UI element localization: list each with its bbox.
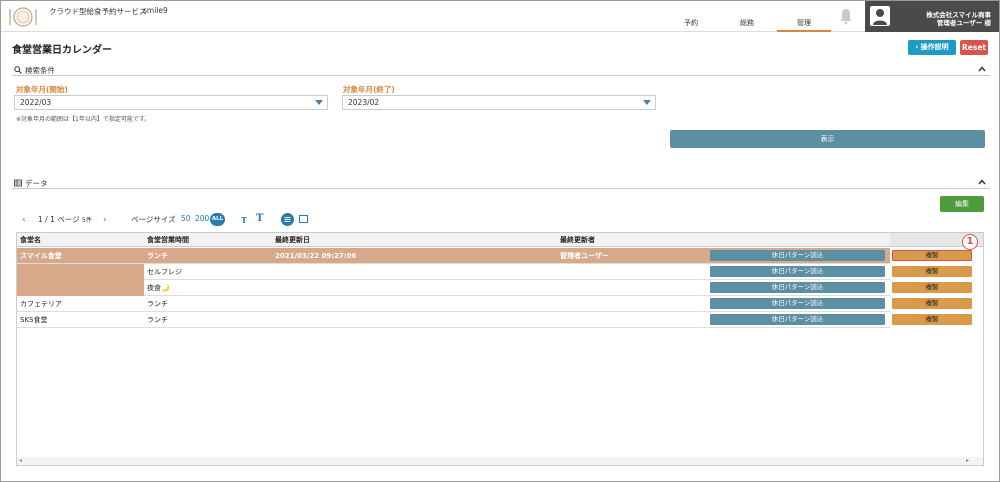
copy-button[interactable]: 複製 [892, 314, 972, 325]
app-title: クラウド型給食予約サービス [49, 7, 147, 16]
avatar-icon [870, 6, 890, 26]
end-month-select[interactable]: 2023/02 [342, 95, 656, 110]
edit-button[interactable]: 編集 [940, 196, 984, 212]
search-icon [14, 66, 22, 74]
column-header[interactable]: 最終更新者 [560, 233, 595, 247]
chevron-down-icon [315, 100, 323, 105]
pagesize-all[interactable]: ALL [210, 213, 225, 226]
top-bar: クラウド型給食予約サービス smile9 予約 総務 管理 株式会社スマイル商事… [1, 1, 999, 32]
time-cell: ランチ [147, 252, 168, 260]
load-holiday-pattern-button[interactable]: 休日パターン読込 [710, 250, 885, 261]
horizontal-scrollbar[interactable]: ◂ ▸ [17, 457, 983, 465]
pagesize-label: ページサイズ [131, 215, 176, 224]
show-button[interactable]: 表示 [670, 130, 985, 148]
table-icon [14, 179, 22, 187]
load-holiday-pattern-button[interactable]: 休日パターン読込 [710, 282, 885, 293]
scroll-right-icon[interactable]: ▸ [966, 457, 969, 464]
start-month-label: 対象年月(開始) [16, 85, 68, 94]
canteen-cell: SKS食堂 [20, 316, 48, 324]
record-count: 5件 [82, 217, 92, 224]
data-section-label: データ [25, 179, 48, 188]
copy-button[interactable]: 複製 [892, 250, 972, 261]
range-note: ※対象年月の範囲は【1年以内】で指定可能です。 [16, 116, 151, 123]
app-user-id: smile9 [143, 6, 168, 15]
updater-cell: 管理者ユーザー [560, 252, 609, 260]
copy-button[interactable]: 複製 [892, 266, 972, 277]
start-month-value: 2022/03 [20, 98, 52, 107]
pagesize-50[interactable]: 50 [181, 214, 191, 223]
grid-view-icon[interactable] [299, 215, 308, 223]
pagesize-200[interactable]: 200 [195, 214, 209, 223]
chevron-down-icon [643, 100, 651, 105]
scroll-left-icon[interactable]: ◂ [19, 457, 22, 464]
account-panel[interactable]: 株式会社スマイル商事 管理者ユーザー 様 [865, 1, 999, 32]
manual-button[interactable]: ‹ 操作説明 [908, 40, 956, 55]
time-cell: セルフレジ [147, 268, 182, 276]
list-view-icon[interactable] [281, 213, 294, 226]
step-callout: 1 [962, 234, 978, 250]
end-month-label: 対象年月(終了) [343, 85, 395, 94]
column-header[interactable]: 食堂名 [20, 233, 41, 247]
page-title: 食堂営業日カレンダー [12, 45, 112, 56]
copy-button[interactable]: 複製 [892, 282, 972, 293]
tab-general-affairs[interactable]: 総務 [729, 18, 765, 32]
copy-button[interactable]: 複製 [892, 298, 972, 309]
canteen-cell: カフェテリア [20, 300, 62, 308]
column-header[interactable]: 食堂営業時間 [147, 233, 189, 247]
next-page-icon[interactable]: › [103, 215, 107, 225]
load-holiday-pattern-button[interactable]: 休日パターン読込 [710, 298, 885, 309]
reset-button[interactable]: Reset [960, 40, 988, 55]
prev-page-icon[interactable]: ‹ [22, 215, 26, 225]
data-section-header[interactable]: データ [12, 177, 990, 189]
bell-icon[interactable] [839, 7, 853, 25]
load-holiday-pattern-button[interactable]: 休日パターン読込 [710, 314, 885, 325]
time-cell: ランチ [147, 300, 168, 308]
tab-admin[interactable]: 管理 [777, 18, 831, 32]
column-header[interactable]: 最終更新日 [275, 233, 310, 247]
font-small-icon[interactable]: T [241, 215, 247, 225]
tab-reserve[interactable]: 予約 [673, 18, 709, 32]
updated-cell: 2021/03/22 09:27:06 [275, 252, 357, 260]
load-holiday-pattern-button[interactable]: 休日パターン読込 [710, 266, 885, 277]
canteen-cell: スマイル食堂 [20, 252, 62, 260]
search-section-header[interactable]: 検索条件 [12, 64, 990, 76]
search-section-label: 検索条件 [25, 66, 55, 75]
service-logo [6, 5, 40, 29]
chevron-up-icon[interactable] [978, 65, 986, 73]
end-month-value: 2023/02 [348, 98, 380, 107]
page-indicator: 1 / 1 ページ [38, 215, 80, 224]
start-month-select[interactable]: 2022/03 [14, 95, 328, 110]
font-large-icon[interactable]: T [256, 213, 263, 224]
time-cell: 夜食🌙 [147, 284, 170, 292]
calendar-table: 食堂名 食堂営業時間 最終更新日 最終更新者 スマイル食堂 ランチ 2021/0… [16, 232, 984, 466]
time-cell: ランチ [147, 316, 168, 324]
user-name: 管理者ユーザー 様 [936, 19, 991, 27]
chevron-up-icon[interactable] [978, 178, 986, 186]
